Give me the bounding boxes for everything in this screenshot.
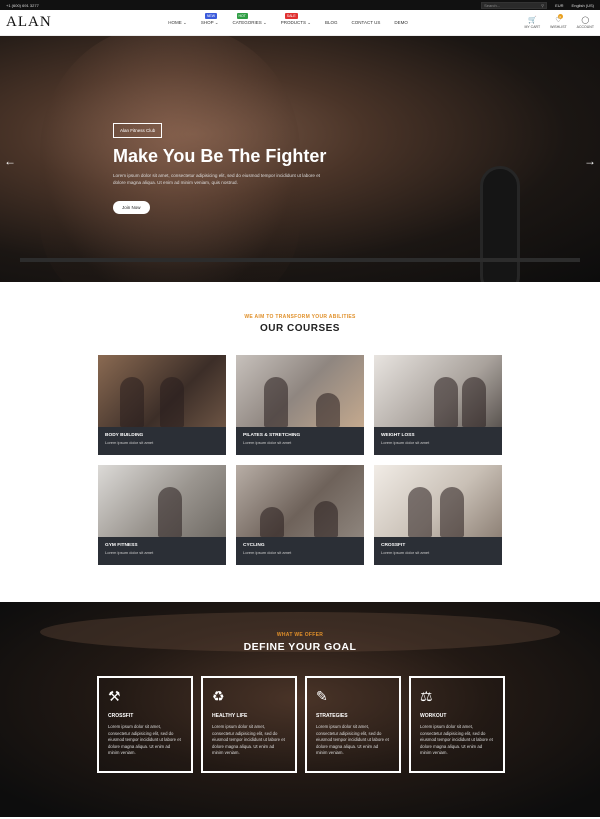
goal-card-text: Lorem ipsum dolor sit amet, consectetur … <box>420 724 493 755</box>
course-sub: Lorem ipsum dolor sit amet <box>243 550 292 555</box>
course-card[interactable]: GYM FITNESS Lorem ipsum dolor sit amet <box>98 465 226 565</box>
top-bar: +1 (600) 691 3277 Search... ⚲ EUR Englis… <box>0 0 600 10</box>
course-card[interactable]: PILATES & STRETCHING Lorem ipsum dolor si… <box>236 355 364 455</box>
clipboard-icon: ✎ <box>316 688 328 704</box>
courses-grid: BODY BUILDING Lorem ipsum dolor sit amet … <box>0 355 600 565</box>
account-button[interactable]: ◯ ACCOUNT <box>577 16 594 29</box>
course-title: CROSSFIT <box>381 543 406 548</box>
hero-slider: ← → Alan Fitness Club Make You Be The Fi… <box>0 36 600 282</box>
course-image <box>98 465 226 537</box>
course-sub: Lorem ipsum dolor sit amet <box>243 440 292 445</box>
sale-badge: SALE <box>284 12 298 19</box>
course-card[interactable]: CYCLING Lorem ipsum dolor sit amet <box>236 465 364 565</box>
course-image <box>374 465 502 537</box>
nav-contact[interactable]: CONTACT US <box>352 20 381 26</box>
course-title: PILATES & STRETCHING <box>243 433 301 438</box>
search-input[interactable]: Search... ⚲ <box>481 1 548 9</box>
language-select[interactable]: English (US) <box>572 3 594 8</box>
user-icon: ◯ <box>581 17 590 24</box>
goal-card[interactable]: ✎ STRATEGIES Lorem ipsum dolor sit amet,… <box>305 676 401 773</box>
wishlist-button[interactable]: 0 ♡ WISHLIST <box>550 14 567 29</box>
course-card[interactable]: BODY BUILDING Lorem ipsum dolor sit amet <box>98 355 226 455</box>
hero-title: Make You Be The Fighter <box>113 146 327 166</box>
new-badge: NEW <box>204 12 217 19</box>
goal-card-title: CROSSFIT <box>108 713 134 719</box>
next-arrow-icon[interactable]: → <box>584 154 596 168</box>
goal-card[interactable]: ⚒ CROSSFIT Lorem ipsum dolor sit amet, c… <box>97 676 193 773</box>
courses-section: WE AIM TO TRANSFORM YOUR ABILITIES OUR C… <box>0 282 600 602</box>
nav-home[interactable]: HOME ⌄ <box>168 20 187 26</box>
nav-products[interactable]: SALE PRODUCTS ⌄ <box>281 12 311 26</box>
nav-blog[interactable]: BLOG <box>325 20 338 26</box>
goal-card[interactable]: ⚖ WORKOUT Lorem ipsum dolor sit amet, co… <box>409 676 505 773</box>
wishlist-count: 0 <box>557 14 563 19</box>
course-title: BODY BUILDING <box>105 433 144 438</box>
logo[interactable]: ALAN <box>6 14 52 31</box>
course-card[interactable]: CROSSFIT Lorem ipsum dolor sit amet <box>374 465 502 565</box>
goal-eyebrow: WHAT WE OFFER <box>276 632 324 638</box>
scale-icon: ⚖ <box>420 688 433 704</box>
courses-eyebrow: WE AIM TO TRANSFORM YOUR ABILITIES <box>244 314 356 320</box>
site-header: ALAN HOME ⌄ NEW SHOP ⌄ HOT CATEGORIES ⌄ SA… <box>0 10 600 36</box>
nav-shop[interactable]: NEW SHOP ⌄ <box>201 12 219 26</box>
goal-card-title: WORKOUT <box>420 713 447 719</box>
goal-card-title: HEALTHY LIFE <box>212 713 248 719</box>
phone-number: +1 (600) 691 3277 <box>6 2 39 8</box>
join-now-button[interactable]: Join Now <box>113 201 150 214</box>
course-image <box>98 355 226 427</box>
currency-select[interactable]: EUR <box>555 3 563 8</box>
goal-card-title: STRATEGIES <box>316 713 348 719</box>
course-image <box>374 355 502 427</box>
goal-title: DEFINE YOUR GOAL <box>243 641 357 653</box>
main-nav: HOME ⌄ NEW SHOP ⌄ HOT CATEGORIES ⌄ SALE PRO… <box>168 12 408 26</box>
course-sub: Lorem ipsum dolor sit amet <box>381 550 430 555</box>
header-icons: 🛒 MY CART 0 ♡ WISHLIST ◯ ACCOUNT <box>525 14 594 29</box>
goal-card-text: Lorem ipsum dolor sit amet, consectetur … <box>212 724 285 755</box>
goal-section: WHAT WE OFFER DEFINE YOUR GOAL ⚒ CROSSFI… <box>0 602 600 817</box>
hero-text: Lorem ipsum dolor sit amet, consectetur … <box>113 173 321 185</box>
course-sub: Lorem ipsum dolor sit amet <box>105 550 154 555</box>
goal-card-text: Lorem ipsum dolor sit amet, consectetur … <box>316 724 389 755</box>
nav-demo[interactable]: DEMO <box>394 20 408 26</box>
prev-arrow-icon[interactable]: ← <box>4 154 16 168</box>
cart-icon: 🛒 <box>527 17 537 24</box>
course-sub: Lorem ipsum dolor sit amet <box>381 440 430 445</box>
kettlebell-icon: ⚒ <box>108 688 121 704</box>
course-title: CYCLING <box>243 543 265 548</box>
cart-button[interactable]: 🛒 MY CART <box>525 16 541 29</box>
nav-categories[interactable]: HOT CATEGORIES ⌄ <box>233 12 267 26</box>
course-image <box>236 355 364 427</box>
course-card[interactable]: WEIGHT LOSS Lorem ipsum dolor sit amet <box>374 355 502 455</box>
hero-tag: Alan Fitness Club <box>113 123 163 138</box>
course-image <box>236 465 364 537</box>
hot-badge: HOT <box>236 12 248 19</box>
goal-boxes: ⚒ CROSSFIT Lorem ipsum dolor sit amet, c… <box>97 676 505 773</box>
courses-title: OUR COURSES <box>260 323 340 334</box>
course-title: WEIGHT LOSS <box>381 433 415 438</box>
supplement-icon: ♻ <box>212 688 225 704</box>
goal-card-text: Lorem ipsum dolor sit amet, consectetur … <box>108 724 181 755</box>
goal-card[interactable]: ♻ HEALTHY LIFE Lorem ipsum dolor sit ame… <box>201 676 297 773</box>
course-sub: Lorem ipsum dolor sit amet <box>105 440 154 445</box>
search-icon[interactable]: ⚲ <box>541 3 544 8</box>
course-title: GYM FITNESS <box>105 543 138 548</box>
